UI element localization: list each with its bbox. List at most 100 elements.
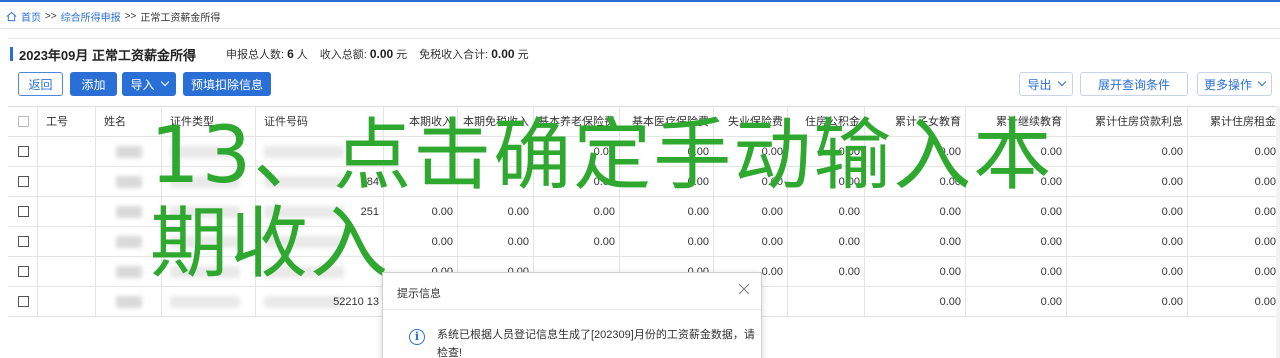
amount-cell[interactable]: 0.00 (1067, 227, 1188, 257)
amount-cell[interactable]: 0.00 (865, 257, 966, 287)
column-header[interactable]: 基本养老保险费 (534, 107, 620, 137)
column-header[interactable]: 住房公积金 (788, 107, 865, 137)
column-header[interactable]: 累计继续教育 (966, 107, 1067, 137)
row-checkbox[interactable] (18, 236, 29, 247)
row-select-cell (8, 227, 38, 257)
id-number-fragment: 251 (360, 206, 379, 218)
select-all-checkbox[interactable] (18, 116, 29, 127)
vertical-scrollbar[interactable] (1276, 106, 1280, 358)
column-header[interactable]: 本期收入 (384, 107, 458, 137)
row-checkbox[interactable] (18, 266, 29, 277)
amount-cell[interactable]: 0.00 (865, 197, 966, 227)
amount-cell[interactable]: 0.00 (966, 167, 1067, 197)
redacted-name (116, 266, 142, 278)
column-header[interactable]: 基本医疗保险费 (620, 107, 714, 137)
home-icon[interactable] (6, 11, 17, 22)
breadcrumb-separator: >> (45, 10, 57, 22)
add-button[interactable]: 添加 (70, 72, 117, 96)
column-header[interactable]: 证件类型 (162, 107, 256, 137)
table-row[interactable]: 0.00 0.00 0.00 0.00 0.00 0.00 0.00 0.00 (8, 137, 1280, 167)
amount-cell[interactable]: 0.00 (534, 137, 620, 167)
redacted-id-type (170, 296, 240, 308)
amount-cell[interactable]: 0.00 (1188, 197, 1280, 227)
close-icon[interactable] (737, 282, 751, 296)
column-header[interactable]: 失业保险费 (714, 107, 788, 137)
amount-cell[interactable]: 0.00 (1067, 167, 1188, 197)
amount-cell[interactable]: 0.00 (714, 167, 788, 197)
employee-no-cell (38, 257, 96, 287)
amount-cell[interactable]: 0.00 (1188, 167, 1280, 197)
column-header[interactable]: 姓名 (96, 107, 162, 137)
amount-cell[interactable]: 0.00 (620, 137, 714, 167)
breadcrumb-parent-link[interactable]: 综合所得申报 (61, 9, 121, 24)
amount-cell[interactable]: 0.00 (788, 227, 865, 257)
amount-cell[interactable]: 0.00 (788, 167, 865, 197)
amount-cell[interactable]: 0.00 (714, 137, 788, 167)
amount-cell[interactable]: 0.00 (1067, 257, 1188, 287)
back-button[interactable]: 返回 (18, 72, 63, 96)
amount-cell[interactable]: 0.00 (1067, 197, 1188, 227)
column-header[interactable]: 累计住房租金 (1188, 107, 1280, 137)
column-header[interactable]: 累计子女教育 (865, 107, 966, 137)
amount-cell[interactable] (788, 287, 865, 317)
amount-cell[interactable]: 0.00 (1067, 287, 1188, 317)
amount-cell[interactable] (384, 167, 458, 197)
title-accent-bar (10, 47, 13, 61)
amount-cell[interactable]: 0.00 (620, 227, 714, 257)
amount-cell[interactable]: 0.00 (865, 227, 966, 257)
amount-cell[interactable] (458, 167, 534, 197)
amount-cell[interactable]: 0.00 (1188, 137, 1280, 167)
amount-cell[interactable]: 0.00 (788, 257, 865, 287)
amount-cell[interactable]: 0.00 (384, 197, 458, 227)
import-dropdown-button[interactable]: 导入 (122, 72, 176, 96)
breadcrumb-home-link[interactable]: 首页 (21, 9, 41, 24)
amount-cell[interactable]: 0.00 (714, 227, 788, 257)
amount-cell[interactable]: 0.00 (534, 197, 620, 227)
amount-cell[interactable]: 0.00 (620, 167, 714, 197)
redacted-id-number (264, 266, 344, 278)
amount-cell[interactable]: 0.00 (966, 137, 1067, 167)
amount-cell[interactable]: 0.00 (1188, 227, 1280, 257)
row-checkbox[interactable] (18, 176, 29, 187)
amount-cell[interactable]: 0.00 (458, 197, 534, 227)
column-header[interactable]: 累计住房贷款利息 (1067, 107, 1188, 137)
column-header[interactable]: 工号 (38, 107, 96, 137)
amount-cell[interactable]: 0.00 (788, 197, 865, 227)
amount-cell[interactable]: 0.00 (865, 287, 966, 317)
prefill-deduction-button[interactable]: 预填扣除信息 (183, 72, 271, 96)
column-header[interactable]: 本期免税收入 (458, 107, 534, 137)
amount-cell[interactable]: 0.00 (534, 167, 620, 197)
row-checkbox[interactable] (18, 296, 29, 307)
amount-cell[interactable]: 0.00 (1188, 287, 1280, 317)
row-checkbox[interactable] (18, 206, 29, 217)
expand-filter-button[interactable]: 展开查询条件 (1080, 72, 1188, 96)
amount-cell[interactable] (458, 137, 534, 167)
export-dropdown-button[interactable]: 导出 (1019, 72, 1073, 96)
table-row[interactable]: 0.00 0.00 0.00 0.00 0.00 0.00 0.00 0.00 0.00 0.00 (8, 227, 1280, 257)
amount-cell[interactable]: 0.00 (865, 167, 966, 197)
table-row[interactable]: 84 0.00 0.00 0.00 0.00 0.00 0.00 0.00 0.00 (8, 167, 1280, 197)
amount-cell[interactable]: 0.00 (966, 257, 1067, 287)
amount-cell[interactable]: 0.00 (788, 137, 865, 167)
amount-cell[interactable]: 0.00 (1188, 257, 1280, 287)
amount-cell[interactable] (384, 137, 458, 167)
amount-cell[interactable]: 0.00 (966, 197, 1067, 227)
row-checkbox[interactable] (18, 146, 29, 157)
column-header[interactable]: 证件号码 (256, 107, 384, 137)
amount-cell[interactable]: 0.00 (714, 197, 788, 227)
redacted-name (116, 176, 142, 188)
amount-cell[interactable]: 0.00 (1067, 137, 1188, 167)
amount-cell[interactable]: 0.00 (966, 227, 1067, 257)
amount-cell[interactable]: 0.00 (865, 137, 966, 167)
id-type-cell (162, 167, 256, 197)
id-type-cell (162, 197, 256, 227)
amount-cell[interactable]: 0.00 (620, 197, 714, 227)
amount-cell[interactable]: 0.00 (966, 287, 1067, 317)
amount-cell[interactable]: 0.00 (458, 227, 534, 257)
chevron-down-icon (160, 77, 169, 87)
amount-cell[interactable]: 0.00 (534, 227, 620, 257)
table-row[interactable]: 251 0.00 0.00 0.00 0.00 0.00 0.00 0.00 0.00 0.00 0… (8, 197, 1280, 227)
redacted-id-number (264, 206, 344, 218)
more-actions-dropdown-button[interactable]: 更多操作 (1197, 72, 1272, 96)
amount-cell[interactable]: 0.00 (384, 227, 458, 257)
